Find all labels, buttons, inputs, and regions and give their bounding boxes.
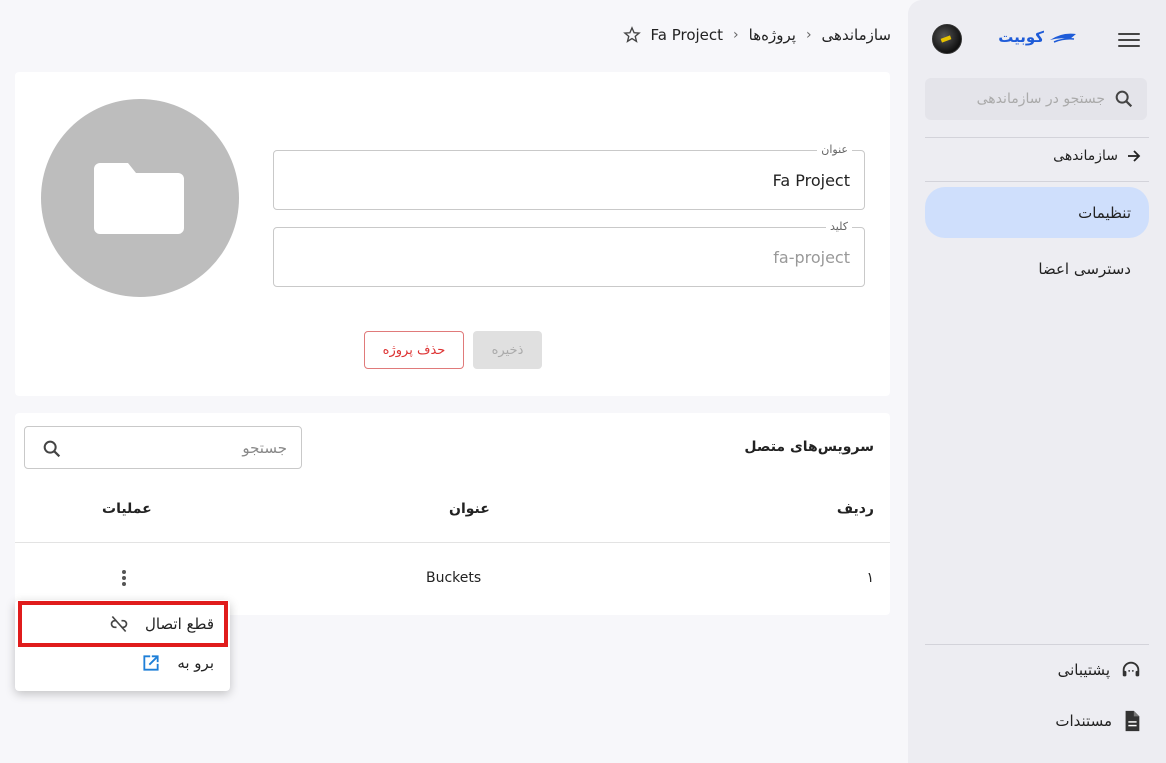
headset-icon [1122,661,1140,677]
brand-name: کوبیت [998,28,1044,46]
sidebar-divider [925,137,1149,138]
services-search-input[interactable] [77,427,287,468]
save-button[interactable]: ذخیره [473,331,542,369]
sidebar-org-label: سازماندهی [1053,148,1118,164]
title-field-label: عنوان [817,143,852,156]
delete-project-button[interactable]: حذف پروژه [364,331,464,369]
sidebar: کوبیت سازماندهی تنظیمات دسترسی اعضا پشتی… [908,0,1166,763]
support-label: پشتیبانی [1057,661,1110,679]
column-header-row: ردیف [836,501,874,517]
arrow-right-icon [1128,150,1141,162]
sidebar-divider [925,181,1149,182]
brand-mark-icon [1050,33,1076,43]
sidebar-search [925,78,1147,120]
search-icon [43,440,61,458]
sidebar-divider [925,644,1149,645]
chevron-left-icon: ‹ [805,27,812,43]
project-key-field: کلید [273,220,865,287]
connected-services-title: سرویس‌های متصل [744,439,874,455]
project-avatar[interactable] [41,99,239,297]
project-key-input[interactable] [274,228,864,286]
breadcrumb: سازماندهی ‹ پروژه‌ها ‹ Fa Project [622,26,891,44]
document-icon [1125,710,1140,732]
services-search [24,426,302,469]
brand-logo[interactable]: کوبیت [998,28,1078,46]
sidebar-item-label: تنظیمات [1078,203,1131,222]
goto-label: برو به [177,654,214,672]
project-title-input[interactable] [274,151,864,209]
more-options-icon[interactable] [119,567,129,589]
breadcrumb-current: Fa Project [650,26,724,44]
connected-services-card: سرویس‌های متصل ردیف عنوان عملیات ۱ Bucke… [15,413,890,615]
folder-icon [94,163,184,234]
row-title: Buckets [426,570,482,586]
user-avatar[interactable] [932,24,962,54]
row-index: ۱ [866,570,874,586]
sidebar-support-link[interactable]: پشتیبانی [1058,659,1142,681]
docs-label: مستندات [1055,712,1112,730]
table-divider [15,542,890,543]
sidebar-org-link[interactable]: سازماندهی [1053,148,1142,164]
column-header-title: عنوان [449,501,490,517]
row-actions-menu: قطع اتصال برو به [15,600,230,691]
key-field-label: کلید [826,220,852,233]
sidebar-item-settings[interactable]: تنظیمات [925,187,1149,238]
sidebar-item-member-access[interactable]: دسترسی اعضا [925,243,1149,294]
hamburger-menu-icon[interactable] [1118,29,1140,51]
column-header-actions: عملیات [102,501,152,517]
sidebar-docs-link[interactable]: مستندات [1055,710,1142,732]
menu-item-goto[interactable]: برو به [141,653,214,673]
highlight-box [18,601,228,647]
project-title-field: عنوان [273,143,865,210]
breadcrumb-org[interactable]: سازماندهی [822,26,891,44]
project-settings-card: عنوان کلید حذف پروژه ذخیره [15,72,890,396]
sidebar-header: کوبیت [908,24,1166,56]
breadcrumb-projects[interactable]: پروژه‌ها [749,26,796,44]
open-external-icon [143,655,159,671]
star-icon[interactable] [622,26,641,44]
search-icon [1115,90,1133,108]
sidebar-item-label: دسترسی اعضا [1038,259,1131,278]
sidebar-search-input[interactable] [935,78,1105,120]
chevron-left-icon: ‹ [733,27,739,43]
